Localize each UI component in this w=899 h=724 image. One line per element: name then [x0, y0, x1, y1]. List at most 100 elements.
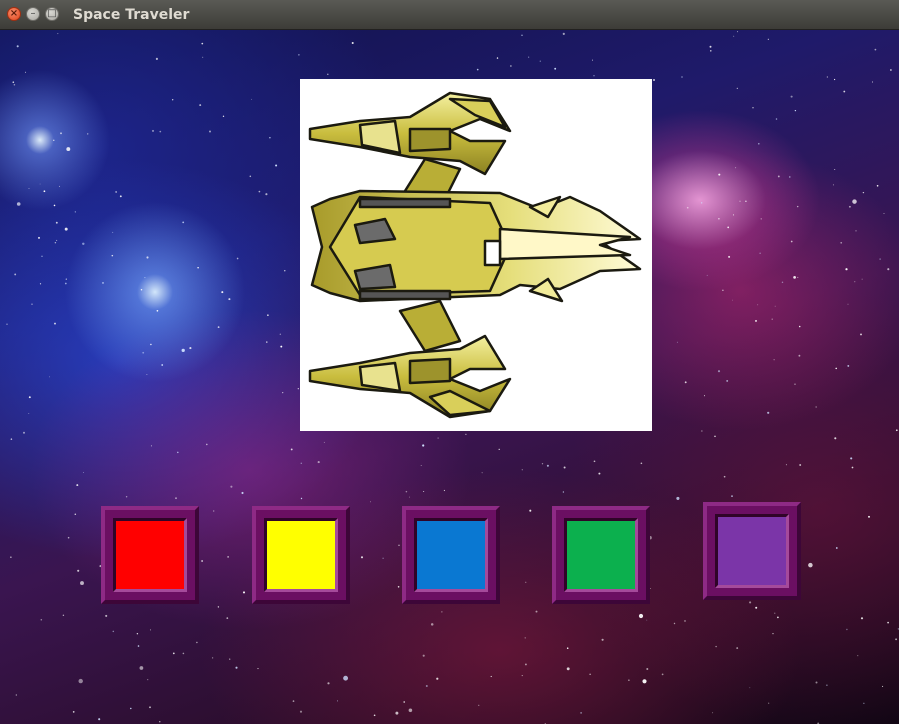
star [112, 630, 115, 633]
star [726, 379, 729, 382]
star [871, 81, 874, 83]
star [528, 56, 530, 58]
star [710, 50, 712, 52]
star [74, 513, 77, 516]
star [833, 78, 836, 81]
minimize-icon[interactable]: – [26, 7, 40, 21]
star [863, 702, 865, 704]
star [115, 191, 117, 193]
star [279, 333, 281, 335]
star [229, 658, 231, 660]
color-button-green[interactable] [552, 506, 650, 604]
star [177, 451, 179, 454]
star [130, 707, 132, 710]
star [808, 562, 813, 568]
star [562, 491, 565, 493]
color-button-yellow[interactable] [252, 506, 350, 604]
star [785, 464, 787, 466]
star [405, 490, 408, 493]
star [798, 325, 801, 328]
star [6, 323, 8, 326]
star [83, 471, 84, 473]
star [221, 291, 224, 294]
star [642, 679, 647, 684]
star [102, 282, 104, 284]
star [815, 406, 817, 408]
star [846, 628, 848, 631]
star [703, 395, 706, 397]
star [851, 466, 854, 469]
star [735, 167, 737, 169]
star [850, 457, 853, 460]
star [16, 202, 21, 206]
star [767, 411, 770, 414]
star [890, 69, 892, 71]
star [789, 176, 791, 178]
star [854, 281, 856, 283]
star [66, 147, 71, 152]
star [646, 667, 649, 671]
star [521, 34, 523, 36]
star [529, 509, 532, 512]
star [54, 322, 56, 325]
star [781, 281, 784, 284]
star [217, 326, 220, 328]
star [172, 652, 175, 655]
star [269, 137, 271, 139]
close-icon[interactable]: × [7, 7, 21, 21]
star [882, 685, 884, 687]
star [554, 67, 557, 70]
star [441, 611, 443, 613]
star [755, 319, 757, 322]
star [146, 374, 148, 376]
window-title: Space Traveler [73, 7, 190, 23]
star [481, 472, 483, 474]
star [566, 667, 570, 671]
star [292, 700, 295, 702]
star [15, 694, 17, 696]
star [733, 35, 735, 37]
star [49, 376, 50, 378]
star [510, 65, 512, 67]
star [562, 32, 565, 35]
star [628, 679, 630, 681]
color-swatch-yellow [264, 518, 338, 592]
ship-preview [300, 79, 652, 431]
color-button-blue[interactable] [402, 506, 500, 604]
spaceship-icon [308, 91, 642, 419]
star [422, 654, 425, 657]
star [39, 283, 42, 285]
star [235, 666, 238, 669]
star [525, 581, 527, 583]
star [28, 188, 30, 190]
star [139, 666, 144, 670]
star [159, 721, 161, 723]
star [539, 60, 541, 62]
star [436, 677, 439, 680]
star [159, 130, 162, 133]
star [524, 663, 527, 666]
star [834, 168, 836, 171]
color-button-red[interactable] [101, 506, 199, 604]
star [14, 273, 17, 276]
star [832, 184, 834, 186]
maximize-icon[interactable]: □ [45, 7, 59, 21]
star [257, 668, 259, 670]
star [136, 632, 139, 635]
star [723, 475, 726, 478]
star [423, 491, 425, 492]
star [249, 175, 252, 178]
star [736, 87, 738, 89]
color-swatch-blue [414, 518, 488, 592]
star [230, 485, 233, 488]
star [857, 655, 859, 657]
star [521, 675, 523, 677]
star [300, 497, 303, 500]
star [546, 464, 549, 467]
star [739, 200, 741, 202]
color-button-purple[interactable] [703, 502, 801, 600]
star [343, 675, 349, 681]
title-bar[interactable]: × – □ Space Traveler [0, 0, 899, 30]
app-window: × – □ Space Traveler [0, 0, 899, 724]
star [265, 193, 268, 196]
